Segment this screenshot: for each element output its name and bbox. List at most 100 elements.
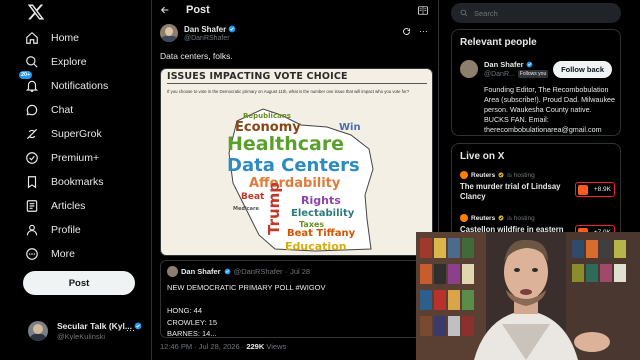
reader-mode-icon[interactable] — [418, 6, 428, 15]
word: Education — [285, 240, 347, 253]
tweet-text: Data centers, folks. — [160, 51, 233, 61]
view-count: 229K — [246, 342, 265, 351]
word: Republicans — [243, 112, 291, 120]
sidebar-item-bookmarks[interactable]: Bookmarks — [24, 172, 104, 192]
card-title: Relevant people — [460, 37, 537, 48]
avatar — [28, 321, 48, 341]
home-icon — [24, 30, 40, 46]
more-icon — [24, 246, 40, 262]
quoted-line: BARNES: 14... — [167, 329, 217, 338]
account-name: Secular Talk (Kyl... — [57, 321, 132, 331]
sidebar-item-notifications[interactable]: 20+ Notifications — [19, 71, 109, 96]
post-button[interactable]: Post — [23, 271, 135, 295]
quoted-author-handle: @DanRShafer — [233, 267, 283, 276]
live-thumbnail — [578, 184, 588, 195]
sidebar-item-label: Profile — [51, 224, 81, 236]
live-status: is hosting — [507, 171, 535, 179]
main-column: Post Dan Shafer @DanRShafer ··· Data cen… — [151, 0, 439, 360]
x-logo-icon[interactable] — [27, 3, 45, 21]
word: Affordability — [249, 176, 341, 191]
word: Win — [339, 122, 361, 133]
tweet-meta: 12:46 PM · Jul 28, 2026 · 229K Views — [160, 342, 286, 351]
card-title: Live on X — [460, 151, 505, 162]
chat-icon — [24, 102, 40, 118]
left-sidebar: Home Explore 20+ Notifications Chat Supe… — [0, 0, 150, 360]
avatar — [167, 266, 178, 277]
live-item[interactable]: Reuters is hosting The murder trial of L… — [460, 171, 615, 202]
reuters-logo-icon — [460, 171, 468, 179]
live-count: +8.9K — [593, 186, 611, 193]
account-switcher[interactable]: Secular Talk (Kyl... @KyleKulinski ··· — [28, 321, 142, 341]
tweet-timestamp[interactable]: 12:46 PM · Jul 28, 2026 · — [160, 342, 246, 351]
search-bar[interactable] — [451, 3, 621, 23]
live-on-x-card: Live on X Reuters is hosting The murder … — [451, 143, 621, 243]
quoted-line — [167, 294, 326, 306]
sidebar-item-label: Home — [51, 32, 80, 44]
word: Beat — [241, 192, 265, 202]
quoted-author-name: Dan Shafer — [181, 267, 221, 276]
sidebar-item-premium[interactable]: Premium+ — [24, 148, 99, 168]
relevant-people-card: Relevant people Dan Shafer @DanR... Follo… — [451, 29, 621, 136]
back-arrow-icon[interactable] — [160, 5, 170, 15]
verified-badge-icon — [228, 25, 236, 33]
quoted-line: CROWLEY: 15 — [167, 317, 218, 327]
sidebar-item-home[interactable]: Home — [24, 28, 79, 48]
premium-icon — [24, 150, 40, 166]
verified-badge-icon — [498, 215, 504, 221]
grok-icon — [24, 126, 40, 142]
sidebar-item-explore[interactable]: Explore — [24, 52, 87, 72]
image-subtitle: If you choose to vote in the Democratic … — [167, 89, 410, 94]
avatar[interactable] — [460, 60, 478, 78]
tweet-author[interactable]: Dan Shafer @DanRShafer — [160, 24, 236, 42]
word: Trump — [265, 181, 283, 235]
search-icon — [460, 9, 468, 17]
follows-you-badge: Follows you — [517, 70, 549, 78]
sidebar-item-supergrok[interactable]: SuperGrok — [24, 124, 102, 144]
sidebar-item-chat[interactable]: Chat — [24, 100, 73, 120]
word: Electability — [291, 208, 355, 219]
sidebar-item-articles[interactable]: Articles — [24, 196, 85, 216]
tweet-image[interactable]: ISSUES IMPACTING VOTE CHOICE If you choo… — [160, 68, 433, 256]
webcam-overlay — [416, 232, 640, 360]
search-input[interactable] — [474, 8, 604, 18]
sidebar-item-more[interactable]: More — [24, 244, 75, 264]
webcam-video — [416, 232, 640, 360]
relevant-person[interactable]: Dan Shafer @DanR... Follows you — [460, 60, 549, 78]
verified-badge-icon — [498, 172, 504, 178]
x-post-page: Home Explore 20+ Notifications Chat Supe… — [0, 0, 640, 360]
person-name[interactable]: Dan Shafer — [484, 60, 524, 69]
sidebar-item-label: More — [51, 248, 75, 260]
sidebar-item-label: Bookmarks — [51, 176, 104, 188]
sidebar-item-label: Notifications — [51, 80, 109, 92]
verified-badge-icon — [224, 268, 231, 275]
sidebar-item-label: Premium+ — [51, 152, 100, 164]
word: Healthcare — [227, 133, 345, 155]
person-handle: @DanR... — [484, 70, 515, 78]
person-icon — [24, 222, 40, 238]
more-dots-icon[interactable]: ··· — [126, 325, 135, 335]
person-bio: Founding Editor, The Recombobulation Are… — [484, 85, 616, 134]
reuters-logo-icon — [460, 214, 468, 222]
articles-icon — [24, 198, 40, 214]
word: Rights — [301, 194, 341, 207]
sidebar-item-profile[interactable]: Profile — [24, 220, 81, 240]
sidebar-item-label: SuperGrok — [51, 128, 102, 140]
quoted-tweet[interactable]: Dan Shafer @DanRShafer · Jul 28 NEW DEMO… — [160, 260, 433, 338]
author-handle[interactable]: @DanRShafer — [184, 35, 236, 42]
more-options-icon[interactable]: ··· — [419, 26, 428, 36]
sidebar-item-label: Articles — [51, 200, 86, 212]
divider — [167, 83, 427, 84]
follow-back-button[interactable]: Follow back — [553, 61, 612, 78]
quoted-line: NEW DEMOCRATIC PRIMARY POLL #WIGOV — [167, 283, 326, 292]
quoted-date: · Jul 28 — [285, 267, 311, 276]
bell-icon: 20+ — [19, 71, 40, 94]
verified-badge-icon — [526, 61, 533, 68]
search-icon — [24, 54, 40, 70]
word: Beat Tiffany — [287, 228, 356, 239]
author-name[interactable]: Dan Shafer — [184, 25, 226, 34]
grok-explain-icon[interactable] — [402, 27, 411, 36]
quoted-line: HONG: 44 — [167, 306, 203, 315]
page-title: Post — [186, 4, 210, 16]
avatar[interactable] — [160, 24, 178, 42]
live-listener-pill: +8.9K — [575, 182, 615, 197]
